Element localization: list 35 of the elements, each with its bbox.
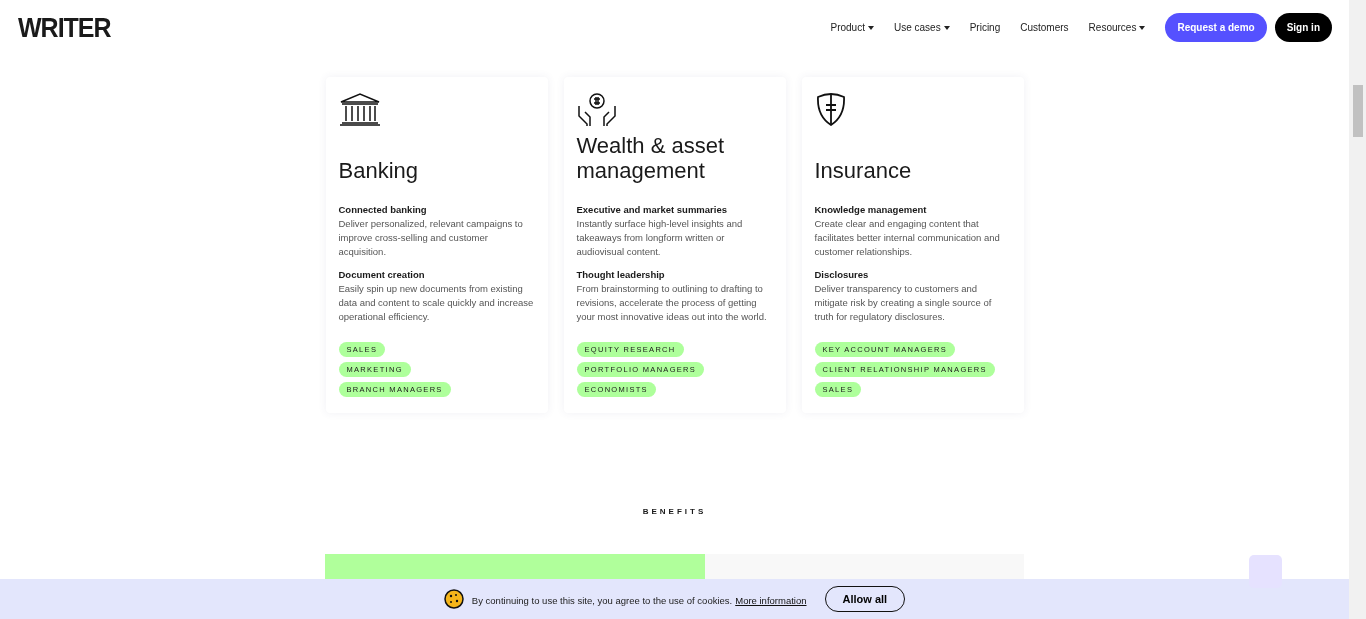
nav-link[interactable]: Customers xyxy=(1020,22,1069,33)
sign-in-button[interactable]: Sign in xyxy=(1274,13,1332,42)
nav-link[interactable]: Resources xyxy=(1088,22,1146,33)
card-title: Banking xyxy=(338,157,419,183)
section-description: From brainstorming to outlining to drafting to revisions, accelerate the process of getting your most innovative ideas out into the world. xyxy=(576,282,768,324)
section-description: Easily spin up new documents from existing data and content to scale quickly and increase operational efficiency. xyxy=(338,282,535,324)
scrollbar[interactable] xyxy=(1349,0,1366,619)
section-heading: Knowledge management xyxy=(814,203,928,217)
writer-logo[interactable]: WRITER xyxy=(18,11,111,44)
section-description: Deliver personalized, relevant campaigns to improve cross-selling and customer acquisition. xyxy=(338,217,524,259)
more-information-link[interactable]: More information xyxy=(735,595,807,606)
section-description: Instantly surface high-level insights and takeaways from longform written or audiovisual content. xyxy=(576,217,744,259)
nav-link[interactable]: Pricing xyxy=(969,22,1001,33)
caret-icon xyxy=(867,25,874,30)
section-heading: Thought leadership xyxy=(576,268,666,282)
section-description: Create clear and engaging content that facilitates better internal communication and customer relationships. xyxy=(814,217,1001,259)
shield-dollar-icon xyxy=(814,92,847,126)
section-heading: Connected banking xyxy=(338,203,428,217)
section-heading: Executive and market summaries xyxy=(576,203,728,217)
hands-holding-coin-icon xyxy=(576,92,617,126)
section-heading: Disclosures xyxy=(814,268,870,282)
cookie-icon xyxy=(443,589,464,609)
section-description: Deliver transparency to customers and mitigate risk by creating a single source of truth for regulatory disclosures. xyxy=(814,282,993,324)
section-heading: Document creation xyxy=(338,268,426,282)
card-title: Wealth & asset management xyxy=(576,132,726,183)
bank-building-icon xyxy=(338,92,381,126)
cookie-notice-text: By continuing to use this site, you agree to the use of cookies. xyxy=(471,595,733,606)
chat-widget-button[interactable] xyxy=(1249,555,1282,588)
nav-link[interactable]: Use cases xyxy=(893,22,950,33)
benefits-label: BENEFITS xyxy=(641,507,708,516)
card-title: Insurance xyxy=(814,157,913,183)
caret-icon xyxy=(943,25,950,30)
request-demo-button[interactable]: Request a demo xyxy=(1165,13,1267,42)
caret-icon xyxy=(1139,25,1146,30)
nav-link[interactable]: Product xyxy=(830,22,874,33)
